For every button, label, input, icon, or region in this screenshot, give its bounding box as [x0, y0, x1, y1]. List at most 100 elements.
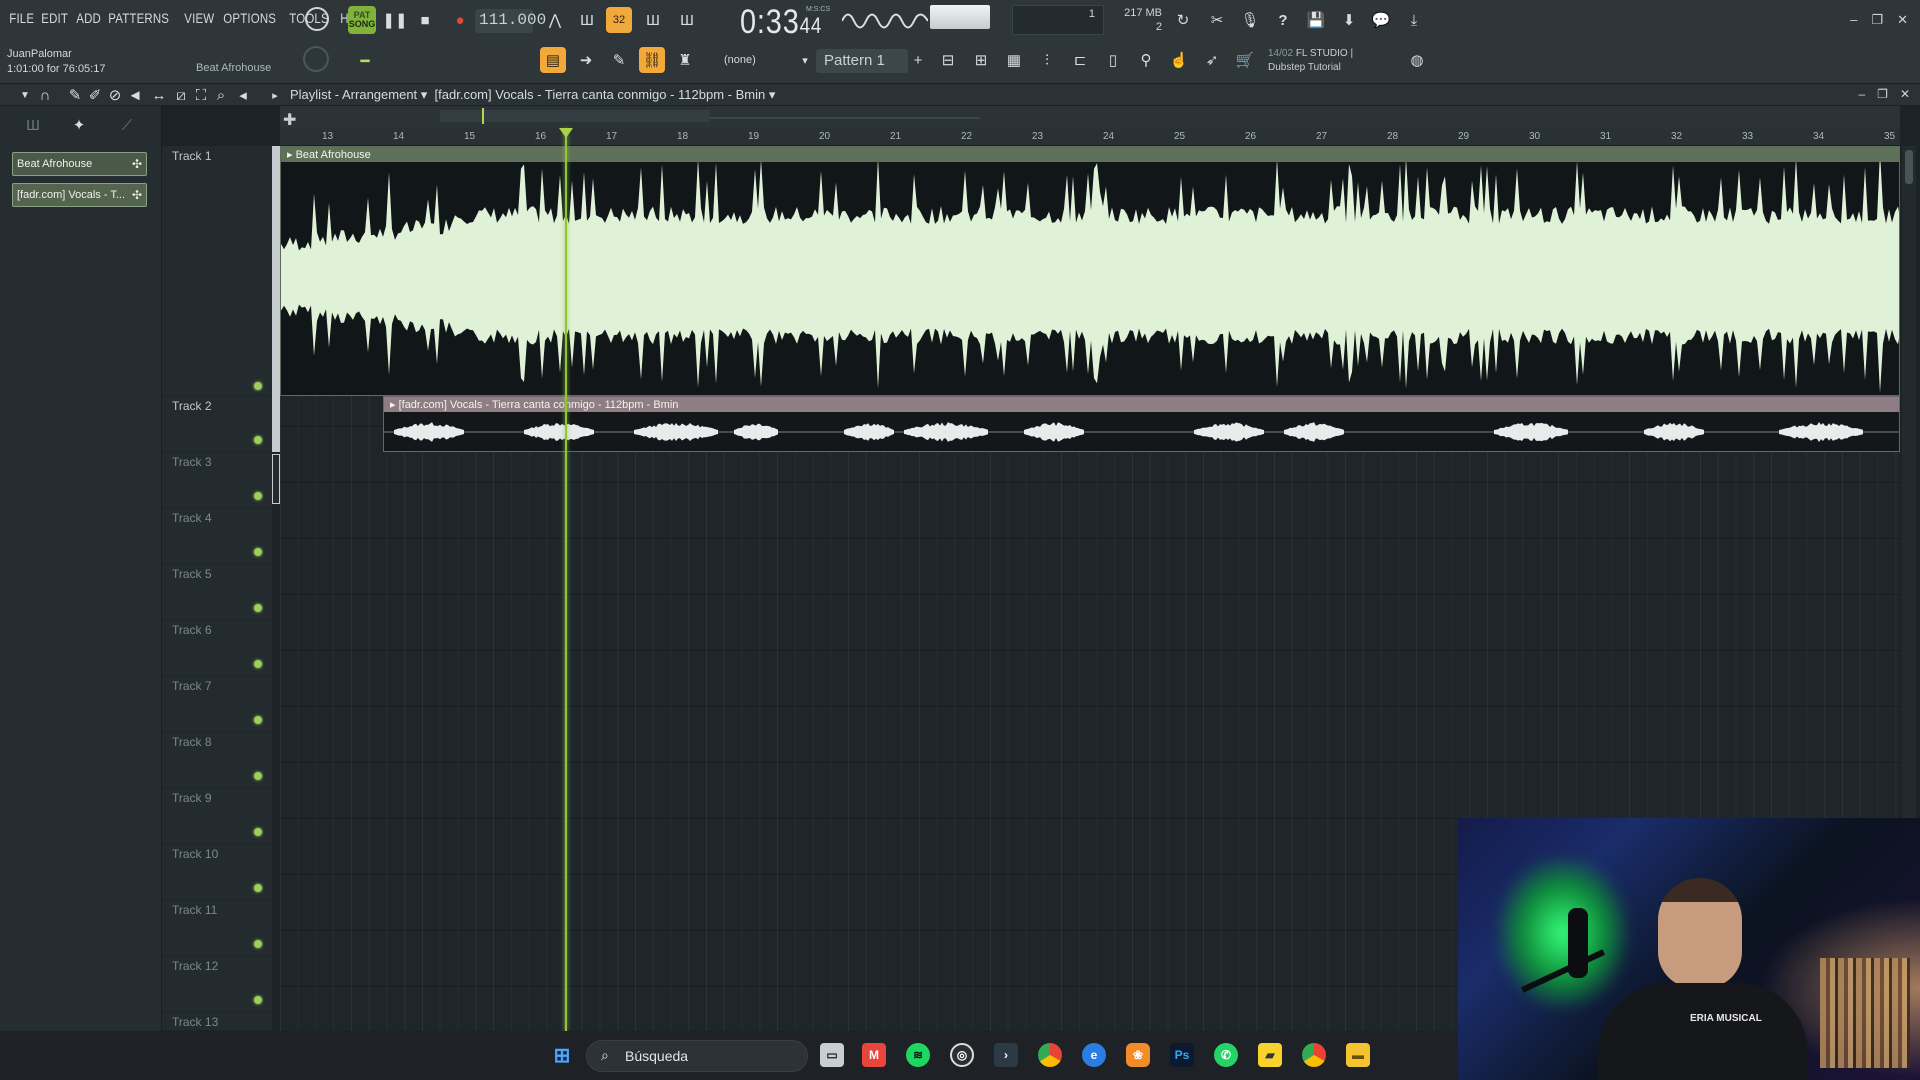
gmail-icon[interactable]: M — [862, 1043, 886, 1067]
photoshop-icon[interactable]: Ps — [1170, 1043, 1194, 1067]
track-header-4[interactable]: Track 4 — [162, 508, 272, 564]
undo-icon[interactable]: ↻ — [1170, 7, 1196, 33]
timeline-overview[interactable]: ✚ — [280, 106, 1900, 130]
playlist-arrow-icon[interactable]: ▸ — [262, 82, 288, 108]
blend-notes-icon[interactable]: Ш — [640, 7, 666, 33]
fl-studio-icon[interactable]: ❀ — [1126, 1043, 1150, 1067]
audio-picker-icon[interactable]: ✦ — [66, 112, 92, 138]
browser-icon[interactable]: ⊏ — [1067, 47, 1093, 73]
audio-clip-vocals[interactable]: ▸ [fadr.com] Vocals - Tierra canta conmi… — [383, 396, 1900, 452]
playback-tool-icon[interactable]: ◂ — [230, 82, 256, 108]
track-enable-led[interactable] — [254, 716, 262, 724]
track-header-3[interactable]: Track 3 — [162, 452, 280, 508]
playlist-view-icon[interactable]: ▤ — [540, 47, 566, 73]
track-select-bar[interactable] — [272, 146, 280, 396]
track-select-bar[interactable] — [272, 396, 280, 452]
spotify-icon[interactable]: ≋ — [906, 1043, 930, 1067]
whatsapp-icon[interactable]: ✆ — [1214, 1043, 1238, 1067]
add-track-icon[interactable]: ✚ — [283, 110, 296, 130]
drag-icon[interactable]: ✣ — [132, 157, 142, 171]
microphone-icon[interactable]: 🎙 — [1237, 7, 1263, 33]
pattern-picker-icon[interactable]: Ш — [20, 112, 46, 138]
channel-rack-icon[interactable]: ▦ — [1001, 47, 1027, 73]
playhead[interactable] — [565, 128, 567, 1031]
track-enable-led[interactable] — [254, 996, 262, 1004]
stamp-icon[interactable]: ♜ — [672, 47, 698, 73]
track-header-5[interactable]: Track 5 — [162, 564, 272, 620]
track-header-10[interactable]: Track 10 — [162, 844, 272, 900]
stop-button[interactable]: ■ — [412, 7, 438, 33]
chrome-profile-icon[interactable] — [1302, 1043, 1326, 1067]
playlist-title[interactable]: Playlist - Arrangement ▾ [fadr.com] Voca… — [290, 87, 775, 103]
menu-view[interactable]: VIEW — [181, 10, 218, 26]
track-enable-led[interactable] — [254, 828, 262, 836]
track-header-2[interactable]: Track 2 — [162, 396, 280, 452]
track-header-1[interactable]: Track 1 — [162, 146, 280, 396]
track-enable-led[interactable] — [254, 772, 262, 780]
track-enable-led[interactable] — [254, 436, 262, 444]
sticky-notes-icon[interactable]: ▰ — [1258, 1043, 1282, 1067]
chrome-icon[interactable] — [1038, 1043, 1062, 1067]
track-enable-led[interactable] — [254, 604, 262, 612]
plugin-icon[interactable]: ⚲ — [1133, 47, 1159, 73]
arrow-right-icon[interactable]: ➜ — [573, 47, 599, 73]
countdown-icon[interactable]: 32 — [606, 7, 632, 33]
cart-icon[interactable]: 🛒 — [1232, 47, 1258, 73]
fl-mobile-icon[interactable]: ➶ — [1199, 47, 1225, 73]
playlist-close-icon[interactable]: ✕ — [1900, 87, 1910, 101]
menu-file[interactable]: FILE — [6, 10, 37, 26]
save-icon[interactable]: 💾 — [1303, 7, 1329, 33]
tempo-display[interactable]: 111.000 — [475, 9, 546, 33]
picker-item-vocals[interactable]: [fadr.com] Vocals - T... ✣ — [12, 183, 147, 207]
track-enable-led[interactable] — [254, 492, 262, 500]
drag-icon[interactable]: ✣ — [132, 188, 142, 202]
automation-picker-icon[interactable]: ⟋ — [114, 112, 140, 138]
timeline-ruler[interactable]: 13 14 15 16 17 18 19 20 21 22 23 24 25 2… — [280, 128, 1900, 146]
track-header-12[interactable]: Track 12 — [162, 956, 272, 1012]
overview-scroll-thumb[interactable] — [440, 110, 710, 122]
track-header-7[interactable]: Track 7 — [162, 676, 272, 732]
playlist-maximize-icon[interactable]: ❐ — [1877, 87, 1888, 101]
menu-add[interactable]: ADD — [73, 10, 104, 26]
track-select-bar[interactable] — [272, 454, 280, 504]
pause-button[interactable]: ❚❚ — [382, 7, 408, 33]
tempo-knob-icon[interactable] — [305, 7, 329, 31]
piano-roll-icon[interactable]: ⊟ — [935, 47, 961, 73]
file-manager-icon[interactable]: ▭ — [820, 1043, 844, 1067]
metronome-icon[interactable]: ⋀ — [542, 7, 568, 33]
wait-input-icon[interactable]: Ш — [574, 7, 600, 33]
news-panel[interactable]: 14/02 FL STUDIO | Dubstep Tutorial — [1268, 47, 1353, 75]
track-enable-led[interactable] — [254, 884, 262, 892]
maximize-icon[interactable]: ❐ — [1871, 12, 1883, 28]
pattern-select[interactable]: Pattern 1 — [816, 49, 908, 73]
chat-icon[interactable]: 💬 — [1368, 7, 1394, 33]
terminal-icon[interactable]: › — [994, 1043, 1018, 1067]
link-icon[interactable]: ⛓ — [639, 47, 665, 73]
loop-record-icon[interactable]: Ш — [674, 7, 700, 33]
track-header-9[interactable]: Track 9 — [162, 788, 272, 844]
touch-icon[interactable]: ☝ — [1166, 47, 1192, 73]
snap-select[interactable]: (none) — [716, 50, 786, 72]
pitch-slider-icon[interactable]: ━ — [352, 48, 378, 74]
globe-icon[interactable]: ◍ — [1404, 47, 1430, 73]
download-icon[interactable]: ⤓ — [1401, 7, 1427, 33]
pencil-icon[interactable]: ✎ — [606, 47, 632, 73]
minimize-icon[interactable]: – — [1850, 12, 1857, 28]
master-volume-knob-icon[interactable] — [303, 46, 329, 72]
steam-icon[interactable]: ◎ — [950, 1043, 974, 1067]
edge-icon[interactable]: e — [1082, 1043, 1106, 1067]
track-enable-led[interactable] — [254, 940, 262, 948]
track-header-6[interactable]: Track 6 — [162, 620, 272, 676]
start-icon[interactable]: ⊞ — [550, 1043, 574, 1067]
step-sequencer-icon[interactable]: ⊞ — [968, 47, 994, 73]
playlist-minimize-icon[interactable]: – — [1858, 87, 1865, 101]
pat-song-toggle[interactable]: PAT SONG — [348, 6, 376, 34]
track-enable-led[interactable] — [254, 382, 262, 390]
mute-tool-icon[interactable]: ◄ — [122, 82, 148, 108]
magnet-icon[interactable]: ∩ — [32, 82, 58, 108]
menu-options[interactable]: OPTIONS — [220, 10, 279, 26]
help-icon[interactable]: ? — [1270, 7, 1296, 33]
taskbar-search[interactable]: ⌕ Búsqueda — [586, 1040, 808, 1072]
export-icon[interactable]: ⬇ — [1336, 7, 1362, 33]
track-header-11[interactable]: Track 11 — [162, 900, 272, 956]
